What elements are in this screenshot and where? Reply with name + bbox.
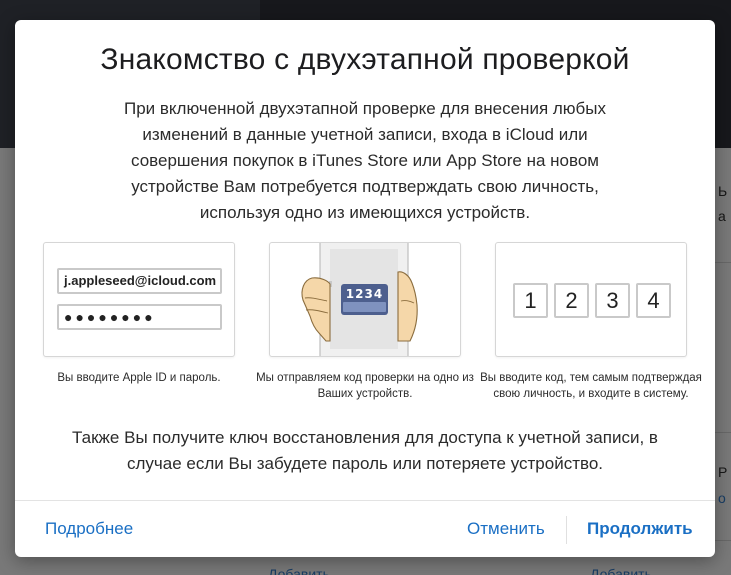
code-digit-box: 3 [595,283,630,318]
step-caption: Мы отправляем код проверки на одно из Ва… [256,372,474,400]
dialog-title: Знакомство с двухэтапной проверкой [100,43,630,76]
step-caption: Вы вводите код, тем самым подтверждая св… [480,372,702,400]
step-caption: Вы вводите Apple ID и пароль. [57,372,221,384]
step-send-code-illustration: 1234 [269,242,461,357]
cancel-button[interactable]: Отменить [467,519,545,539]
code-digit-box: 4 [636,283,671,318]
step-enter-code-illustration: 1 2 3 4 [495,242,687,357]
dialog-intro-text: При включенной двухэтапной проверке для … [123,99,606,222]
footer-divider [15,500,715,501]
learn-more-link[interactable]: Подробнее [45,519,133,539]
code-digit-box: 1 [513,283,548,318]
footer-button-divider [566,516,567,544]
password-field-illustration: ●●●●●●●● [57,304,222,330]
step-enter-credentials-illustration: j.appleseed@icloud.com ●●●●●●●● [43,242,235,357]
recovery-key-note: Также Вы получите ключ восстановления дл… [72,428,658,473]
continue-button[interactable]: Продолжить [587,519,693,539]
code-digit-box: 2 [554,283,589,318]
apple-id-field-illustration: j.appleseed@icloud.com [57,268,222,294]
two-step-verification-dialog: Знакомство с двухэтапной проверкой При в… [15,20,715,557]
verification-code-badge: 1234 [345,287,384,301]
